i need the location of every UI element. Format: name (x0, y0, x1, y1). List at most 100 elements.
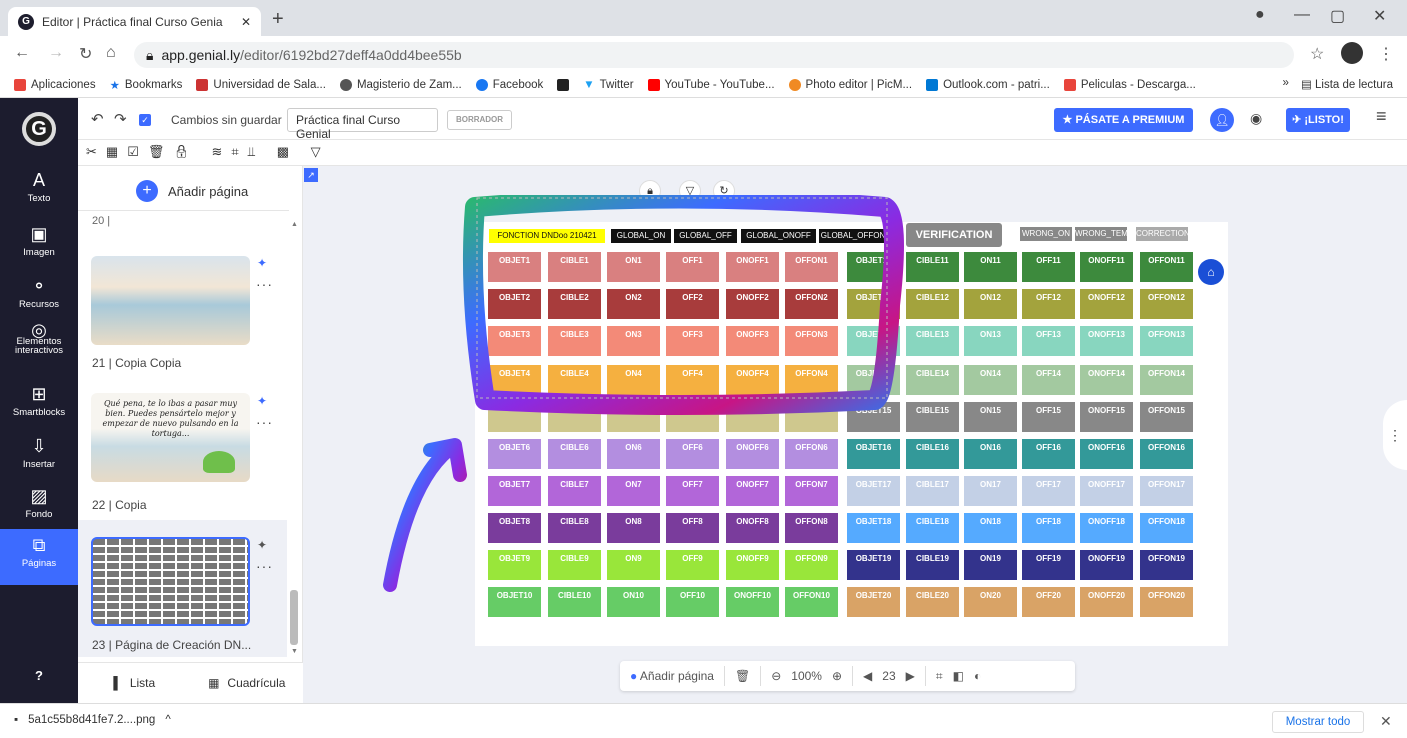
grid-cell[interactable]: ON11 (964, 252, 1017, 282)
grid-cell[interactable]: OFF13 (1022, 326, 1075, 356)
add-page-button[interactable]: + Añadir página (136, 180, 248, 202)
grid-cell[interactable]: ONOFF11 (1080, 252, 1133, 282)
grid-cell[interactable]: OFFON20 (1140, 587, 1193, 617)
prev-page-icon[interactable]: ◀ (863, 669, 872, 683)
grid-cell[interactable]: ON19 (964, 550, 1017, 580)
sidebar-item-background[interactable]: ▨ Fondo (0, 486, 78, 520)
cut-icon[interactable]: ✂ (86, 144, 106, 159)
scroll-up-icon[interactable]: ▲ (291, 221, 298, 228)
grid-cell[interactable]: OFF18 (1022, 513, 1075, 543)
grid-cell[interactable]: CIBLE12 (906, 289, 959, 319)
grid-cell[interactable]: CIBLE20 (906, 587, 959, 617)
grid-cell[interactable]: ONOFF14 (1080, 365, 1133, 395)
bookmark-item[interactable]: Peliculas - Descarga... (1063, 78, 1196, 91)
bookmark-item[interactable]: Magisterio de Zam... (339, 78, 462, 91)
preview-eye-icon[interactable]: ◉ (1250, 110, 1262, 127)
grid-cell[interactable]: OFFON12 (1140, 289, 1193, 319)
grid-cell[interactable]: CIBLE19 (906, 550, 959, 580)
undo-icon[interactable]: ↶ (91, 110, 104, 128)
grid-icon[interactable]: ⌗ (231, 144, 247, 159)
zoom-out-icon[interactable]: ⊖ (771, 669, 781, 683)
grid-cell[interactable]: ON18 (964, 513, 1017, 543)
grid-cell[interactable]: OFF12 (1022, 289, 1075, 319)
grid-cell[interactable]: OFF17 (1022, 476, 1075, 506)
reading-list-button[interactable]: ▤ Lista de lectura (1301, 77, 1393, 91)
premium-button[interactable]: ★ PÁSATE A PREMIUM (1054, 108, 1193, 132)
grid-cell[interactable]: CIBLE11 (906, 252, 959, 282)
more-options-icon[interactable]: ··· (256, 558, 273, 574)
grid-cell[interactable]: OFF11 (1022, 252, 1075, 282)
forward-icon[interactable]: → (48, 44, 64, 62)
grid-cell[interactable]: OFFON14 (1140, 365, 1193, 395)
home-icon[interactable]: ⌂ (106, 44, 116, 62)
bookmark-item[interactable]: YouTube - YouTube... (647, 78, 775, 91)
grid-cell[interactable]: ON13 (964, 326, 1017, 356)
selection-box[interactable] (476, 197, 888, 399)
bookmark-item[interactable]: Facebook (475, 78, 543, 91)
layers-icon[interactable]: ≋ (212, 144, 232, 159)
delete-page-icon[interactable]: 🗑︎ (735, 669, 750, 683)
align-icon[interactable]: ⫫ (248, 144, 264, 159)
delete-icon[interactable]: 🗑︎ (148, 144, 174, 159)
page-thumbnail[interactable]: Qué pena, te lo ibas a pasar muy bien. P… (91, 393, 250, 482)
done-button[interactable]: ✈ ¡LISTO! (1286, 108, 1350, 132)
hamburger-menu-icon[interactable]: ≡ (1376, 106, 1387, 127)
bookmark-item[interactable]: Aplicaciones (14, 78, 96, 91)
tab-list[interactable]: ▌ Lista (78, 663, 191, 703)
menu-kebab-icon[interactable]: ⋮ (1378, 44, 1394, 64)
grid-cell[interactable]: CIBLE17 (906, 476, 959, 506)
grid-cell[interactable]: OFF19 (1022, 550, 1075, 580)
grid-cell[interactable]: ON17 (964, 476, 1017, 506)
grid-cell[interactable]: OFF15 (1022, 402, 1075, 432)
add-page-button[interactable]: ● Añadir página (630, 669, 714, 683)
copy-icon[interactable]: ▦ (106, 144, 127, 159)
magic-wand-icon[interactable]: ✦ (257, 538, 267, 552)
grid-cell[interactable]: CIBLE16 (906, 439, 959, 469)
grid-cell[interactable]: CIBLE14 (906, 365, 959, 395)
close-icon[interactable]: ✕ (1380, 713, 1392, 730)
bookmark-item[interactable] (557, 78, 570, 91)
sidebar-item-image[interactable]: ▣ Imagen (0, 224, 78, 258)
genially-logo-icon[interactable]: G (22, 112, 56, 146)
grid-cell[interactable]: OFFON18 (1140, 513, 1193, 543)
download-item[interactable]: ▪ 5a1c55b8d41fe7.2....png ^ (14, 714, 171, 726)
grid-cell[interactable]: ONOFF18 (1080, 513, 1133, 543)
grid-cell[interactable]: ON12 (964, 289, 1017, 319)
project-title-input[interactable]: Práctica final Curso Genial (287, 108, 438, 141)
grid-cell[interactable]: OFFON19 (1140, 550, 1193, 580)
grid-cell[interactable]: ONOFF12 (1080, 289, 1133, 319)
scroll-down-icon[interactable]: ▼ (291, 648, 298, 655)
sidebar-item-text[interactable]: A Texto (0, 170, 78, 204)
show-all-button[interactable]: Mostrar todo (1272, 711, 1364, 733)
grid-cell[interactable]: OFFON17 (1140, 476, 1193, 506)
transparency-icon[interactable]: ▩ (277, 144, 298, 159)
page-thumbnail-selected[interactable] (91, 537, 250, 626)
redo-icon[interactable]: ↷ (114, 110, 127, 128)
bookmark-item[interactable]: Universidad de Sala... (196, 78, 326, 91)
sidebar-item-smartblocks[interactable]: ⊞ Smartblocks (0, 384, 78, 418)
grid-cell[interactable]: ONOFF15 (1080, 402, 1133, 432)
grid-cell[interactable]: CIBLE18 (906, 513, 959, 543)
grid-cell[interactable]: ONOFF17 (1080, 476, 1133, 506)
scrollbar-thumb[interactable] (290, 590, 298, 645)
browser-tab[interactable]: G Editor | Práctica final Curso Genia ✕ (8, 7, 261, 36)
grid-cell[interactable]: OFFON15 (1140, 402, 1193, 432)
sidebar-item-resources[interactable]: ⚬ Recursos (0, 276, 78, 310)
grid-cell[interactable]: ONOFF20 (1080, 587, 1133, 617)
grid-cell[interactable]: OFF20 (1022, 587, 1075, 617)
grid-cell[interactable]: ON16 (964, 439, 1017, 469)
grid-cell[interactable]: CIBLE15 (906, 402, 959, 432)
checklist-icon[interactable]: ☑ (127, 144, 148, 159)
grid-icon[interactable]: ⌗ (936, 669, 943, 684)
grid-cell[interactable]: OFFON13 (1140, 326, 1193, 356)
page-thumbnail[interactable] (91, 256, 250, 345)
grid-cell[interactable]: ONOFF13 (1080, 326, 1133, 356)
bookmark-item[interactable]: ★ Bookmarks (110, 78, 183, 92)
grid-cell[interactable]: OFF14 (1022, 365, 1075, 395)
grid-cell[interactable]: OFFON16 (1140, 439, 1193, 469)
magic-wand-icon[interactable]: ✦ (257, 394, 267, 408)
palette-icon[interactable]: ◐ (974, 669, 981, 683)
star-icon[interactable]: ☆ (1310, 44, 1324, 64)
close-window-icon[interactable]: ✕ (1373, 6, 1386, 26)
sidebar-item-pages[interactable]: ⧉ Páginas (0, 529, 78, 585)
